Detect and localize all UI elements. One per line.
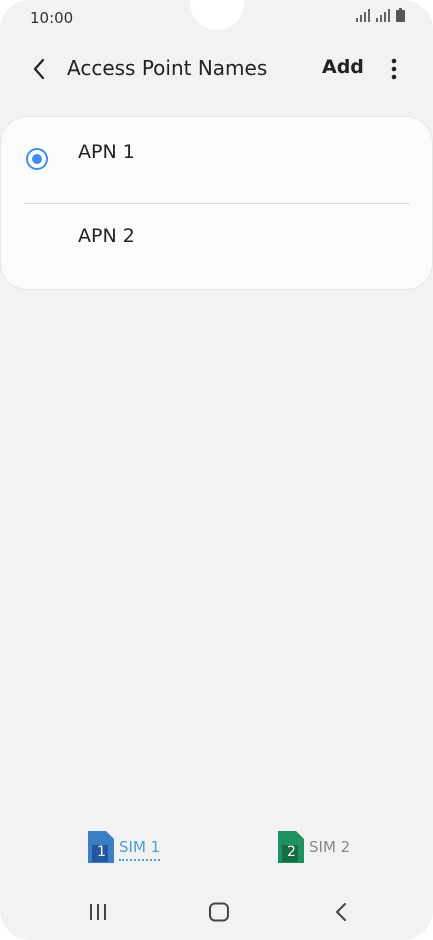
nav-back-icon[interactable] bbox=[326, 897, 356, 927]
apn-list-item[interactable]: APN 1 bbox=[1, 117, 432, 203]
apn-radio-selected[interactable] bbox=[26, 148, 48, 170]
apn-label: APN 1 bbox=[78, 141, 135, 163]
signal-icon bbox=[356, 7, 370, 26]
sim-tab-label: SIM 2 bbox=[309, 838, 351, 856]
apn-list-item[interactable]: APN 2 bbox=[1, 203, 432, 289]
sim-number: 2 bbox=[287, 844, 296, 860]
app-bar: Access Point Names Add bbox=[0, 48, 433, 90]
battery-icon bbox=[396, 7, 405, 26]
sim-card-icon: 2 bbox=[278, 831, 304, 863]
navigation-bar bbox=[0, 893, 433, 931]
camera-notch bbox=[190, 0, 244, 30]
sim-card-icon: 1 bbox=[88, 831, 114, 863]
apn-label: APN 2 bbox=[78, 225, 135, 247]
sim-tab-label: SIM 1 bbox=[119, 838, 161, 861]
home-icon[interactable] bbox=[204, 897, 234, 927]
recent-apps-icon[interactable] bbox=[83, 897, 113, 927]
signal-icon bbox=[376, 7, 390, 26]
tab-sim-1[interactable]: 1 SIM 1 bbox=[88, 830, 161, 864]
status-icons bbox=[356, 7, 405, 26]
more-vert-icon[interactable] bbox=[384, 54, 404, 84]
radio-dot bbox=[32, 154, 42, 164]
sim-number: 1 bbox=[97, 844, 106, 860]
page-title: Access Point Names bbox=[67, 56, 268, 80]
add-button[interactable]: Add bbox=[322, 56, 364, 78]
tab-sim-2[interactable]: 2 SIM 2 bbox=[278, 830, 350, 864]
apn-list-card: APN 1 APN 2 bbox=[1, 117, 432, 289]
status-time: 10:00 bbox=[30, 9, 74, 27]
back-arrow-icon[interactable] bbox=[24, 54, 54, 84]
phone-screen: 10:00 Access Point Names Add APN 1 APN 2… bbox=[0, 0, 433, 940]
